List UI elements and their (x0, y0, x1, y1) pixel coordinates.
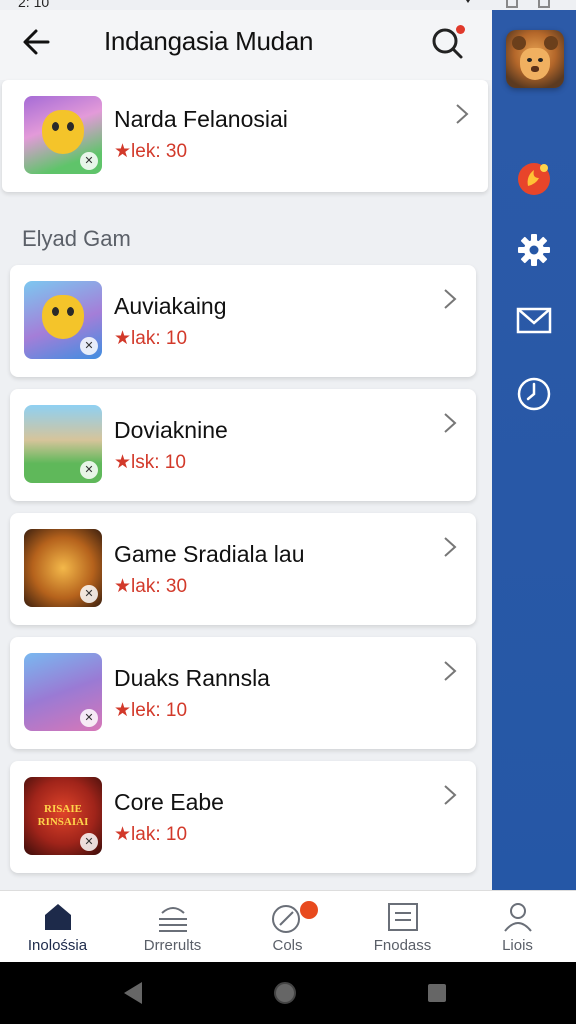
game-title: Core Eabe (114, 789, 224, 815)
system-home-icon[interactable] (274, 982, 296, 1004)
badge-icon: ✕ (80, 833, 98, 851)
badge-icon: ✕ (80, 337, 98, 355)
status-time: 2: 10 (18, 0, 50, 10)
game-title: Narda Felanosiai (114, 106, 288, 132)
rail-status-strip (492, 0, 576, 10)
nav-item-profile[interactable]: Liois (460, 891, 575, 963)
nav-item-home[interactable]: Inolośsia (0, 891, 115, 963)
system-recents-icon[interactable] (428, 984, 446, 1002)
nav-label: Inolośsia (27, 937, 88, 954)
game-list-item[interactable]: ✕ Duaks Rannsla ★lek: 10 (10, 637, 476, 749)
system-back-icon[interactable] (124, 982, 142, 1004)
list-icon (388, 903, 418, 931)
wifi-icon (538, 0, 550, 8)
game-rating: ★lsk: 10 (114, 452, 186, 473)
notification-dot (456, 25, 465, 34)
game-thumbnail: ✕ (24, 281, 102, 359)
battery-icon (506, 0, 518, 8)
chevron-right-icon (444, 289, 457, 309)
person-icon (504, 903, 532, 932)
game-rating: ★lek: 30 (114, 141, 188, 162)
section-heading: Elyad Gam (22, 226, 131, 251)
game-rating: ★lak: 30 (114, 576, 188, 597)
game-list-item[interactable]: ✕ Auviakaing ★lak: 10 (10, 265, 476, 377)
app-header: Indangasia Mudan (0, 10, 492, 80)
gear-icon[interactable] (514, 230, 554, 270)
nav-label: Cols (272, 937, 303, 954)
game-rating: ★lek: 10 (114, 700, 188, 721)
notification-dot (300, 901, 318, 919)
badge-icon: ✕ (80, 709, 98, 727)
badge-icon: ✕ (80, 585, 98, 603)
system-navigation-bar (0, 962, 576, 1024)
game-thumbnail: ✕ (24, 96, 102, 174)
badge-icon: ✕ (80, 461, 98, 479)
game-list-item[interactable]: ✕ Game Sradiala lau ★lak: 30 (10, 513, 476, 625)
nav-item-cols[interactable]: Cols (230, 891, 345, 963)
side-rail (492, 0, 576, 890)
nav-item-results[interactable]: Drrerults (115, 891, 230, 963)
nav-label: Drrerults (143, 937, 202, 954)
flame-badge-icon[interactable] (514, 158, 554, 198)
game-rating: ★lak: 10 (114, 328, 188, 349)
game-list-item[interactable]: RISAIE RINSAIAI ✕ Core Eabe ★lak: 10 (10, 761, 476, 873)
chevron-right-icon (444, 413, 457, 433)
scale-icon (159, 907, 187, 932)
game-rating: ★lak: 10 (114, 824, 188, 845)
featured-game-card[interactable]: ✕ Narda Felanosiai ★lek: 30 (2, 80, 488, 192)
game-list-item[interactable]: ✕ Doviaknine ★lsk: 10 (10, 389, 476, 501)
page-title: Indangasia Mudan (104, 26, 314, 56)
clock-icon[interactable] (514, 374, 554, 414)
game-thumbnail: RISAIE RINSAIAI ✕ (24, 777, 102, 855)
nav-label: Fnodass (373, 937, 432, 954)
chevron-right-icon (444, 537, 457, 557)
lion-avatar-icon[interactable] (506, 30, 564, 88)
home-icon (45, 904, 71, 930)
search-icon[interactable] (428, 22, 468, 62)
game-thumbnail: ✕ (24, 529, 102, 607)
chevron-right-icon (456, 104, 469, 124)
nav-item-fnodass[interactable]: Fnodass (345, 891, 460, 963)
signal-icon (462, 0, 474, 3)
game-title: Doviaknine (114, 417, 228, 443)
mail-icon[interactable] (514, 300, 554, 340)
arrow-left-icon[interactable] (18, 24, 60, 60)
bottom-navigation: Inolośsia Drrerults Cols Fnodass Liois (0, 890, 576, 962)
game-title: Duaks Rannsla (114, 665, 270, 691)
game-thumbnail: ✕ (24, 405, 102, 483)
chevron-right-icon (444, 661, 457, 681)
game-title: Auviakaing (114, 293, 227, 319)
badge-icon: ✕ (80, 152, 98, 170)
thumbnail-logo-text: RISAIE RINSAIAI (37, 803, 89, 828)
game-thumbnail: ✕ (24, 653, 102, 731)
nav-label: Liois (502, 937, 533, 954)
chevron-right-icon (444, 785, 457, 805)
game-title: Game Sradiala lau (114, 541, 305, 567)
